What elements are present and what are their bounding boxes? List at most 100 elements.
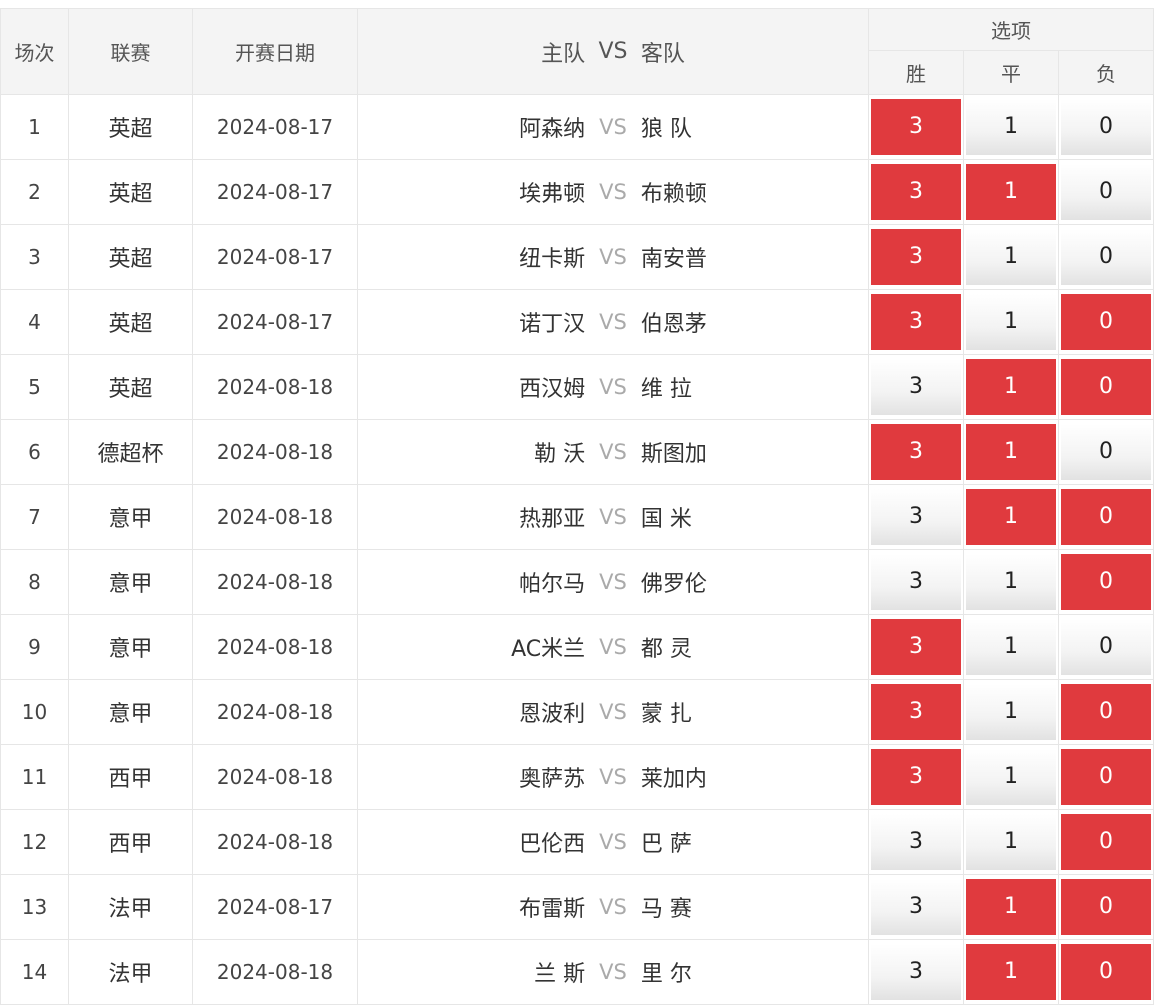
draw-option[interactable]: 1: [966, 359, 1056, 415]
table-row: 9 意甲 2024-08-18 AC米兰 VS 都 灵 310: [0, 614, 1155, 680]
match-table: 场次 联赛 开赛日期 主队 VS 客队 选项 胜 平 负 1 英超 2024-08-…: [0, 8, 1155, 1005]
draw-option[interactable]: 1: [966, 99, 1056, 155]
lose-option[interactable]: 0: [1061, 749, 1152, 805]
draw-option[interactable]: 1: [966, 164, 1056, 220]
draw-option[interactable]: 1: [966, 619, 1056, 675]
home-team: 埃弗顿: [519, 182, 586, 207]
row-match: 布雷斯 VS 马 赛: [357, 874, 869, 940]
draw-option[interactable]: 1: [966, 424, 1056, 480]
win-option[interactable]: 3: [871, 619, 961, 675]
win-option[interactable]: 3: [871, 229, 961, 285]
home-team: 巴伦西: [519, 832, 586, 857]
row-league: 英超: [68, 159, 193, 225]
lose-option[interactable]: 0: [1061, 814, 1152, 870]
win-option[interactable]: 3: [871, 164, 961, 220]
vs-label: VS: [599, 830, 627, 854]
header-draw: 平: [963, 50, 1059, 95]
lose-option[interactable]: 0: [1061, 879, 1152, 935]
row-league: 意甲: [68, 679, 193, 745]
away-team: 巴 萨: [640, 832, 692, 857]
row-date: 2024-08-17: [192, 224, 358, 290]
win-option[interactable]: 3: [871, 749, 961, 805]
row-index: 6: [0, 419, 69, 485]
row-date: 2024-08-17: [192, 159, 358, 225]
vs-label: VS: [599, 505, 627, 529]
home-team: 恩波利: [519, 702, 586, 727]
vs-label: VS: [599, 310, 627, 334]
row-index: 1: [0, 94, 69, 160]
lose-option[interactable]: 0: [1061, 944, 1152, 1000]
win-option[interactable]: 3: [871, 359, 961, 415]
row-index: 14: [0, 939, 69, 1005]
home-team: 阿森纳: [519, 117, 586, 142]
table-row: 6 德超杯 2024-08-18 勒 沃 VS 斯图加 3 1 0: [0, 419, 1155, 485]
draw-option[interactable]: 1: [966, 554, 1056, 610]
row-league: 意甲: [68, 614, 193, 680]
row-match: 勒 沃 VS 斯图加: [357, 419, 869, 485]
lose-option[interactable]: 0: [1061, 489, 1152, 545]
row-index: 12: [0, 809, 69, 875]
away-team: 佛罗伦: [640, 572, 707, 597]
row-date: 2024-08-17: [192, 94, 358, 160]
away-team: 蒙 扎: [640, 702, 692, 727]
away-team: 南安普: [640, 247, 707, 272]
draw-option[interactable]: 1: [966, 814, 1056, 870]
win-option[interactable]: 3: [871, 99, 961, 155]
home-team: 西汉姆: [519, 377, 586, 402]
row-match: 诺丁汉 VS 伯恩茅: [357, 289, 869, 355]
win-option[interactable]: 3: [871, 814, 961, 870]
draw-option[interactable]: 1: [966, 749, 1056, 805]
header-vs: VS: [598, 39, 628, 64]
away-team: 狼 队: [640, 117, 692, 142]
lose-option[interactable]: 0: [1061, 229, 1152, 285]
lose-option[interactable]: 0: [1061, 619, 1152, 675]
table-row: 13 法甲 2024-08-17 布雷斯 VS 马 赛 310: [0, 874, 1155, 940]
table-row: 14 法甲 2024-08-18 兰 斯 VS 里 尔 310: [0, 939, 1155, 1005]
win-option[interactable]: 3: [871, 684, 961, 740]
lose-option[interactable]: 0: [1061, 684, 1152, 740]
row-index: 9: [0, 614, 69, 680]
home-team: 奥萨苏: [519, 767, 586, 792]
row-index: 5: [0, 354, 69, 420]
vs-label: VS: [599, 180, 627, 204]
row-match: 兰 斯 VS 里 尔: [357, 939, 869, 1005]
lose-option[interactable]: 0: [1061, 294, 1152, 350]
win-option[interactable]: 3: [871, 879, 961, 935]
row-league: 意甲: [68, 549, 193, 615]
lose-option[interactable]: 0: [1061, 99, 1152, 155]
win-option[interactable]: 3: [871, 424, 961, 480]
lose-option[interactable]: 0: [1061, 424, 1152, 480]
lose-option[interactable]: 0: [1061, 554, 1152, 610]
win-option[interactable]: 3: [871, 489, 961, 545]
row-index: 2: [0, 159, 69, 225]
header-win: 胜: [868, 50, 964, 95]
draw-option[interactable]: 1: [966, 229, 1056, 285]
header-league: 联赛: [68, 8, 193, 95]
row-match: 帕尔马 VS 佛罗伦: [357, 549, 869, 615]
home-team: 帕尔马: [519, 572, 586, 597]
table-row: 7 意甲 2024-08-18 热那亚 VS 国 米 310: [0, 484, 1155, 550]
draw-option[interactable]: 1: [966, 489, 1056, 545]
lose-option[interactable]: 0: [1061, 164, 1152, 220]
row-league: 英超: [68, 289, 193, 355]
row-date: 2024-08-17: [192, 289, 358, 355]
home-team: 热那亚: [519, 507, 586, 532]
draw-option[interactable]: 1: [966, 944, 1056, 1000]
away-team: 都 灵: [640, 637, 692, 662]
win-option[interactable]: 3: [871, 294, 961, 350]
row-match: 埃弗顿 VS 布赖顿: [357, 159, 869, 225]
draw-option[interactable]: 1: [966, 294, 1056, 350]
row-league: 英超: [68, 354, 193, 420]
win-option[interactable]: 3: [871, 944, 961, 1000]
win-option[interactable]: 3: [871, 554, 961, 610]
row-league: 英超: [68, 224, 193, 290]
away-team: 国 米: [640, 507, 692, 532]
draw-option[interactable]: 1: [966, 684, 1056, 740]
row-match: 巴伦西 VS 巴 萨: [357, 809, 869, 875]
lose-option[interactable]: 0: [1061, 359, 1152, 415]
table-row: 5 英超 2024-08-18 西汉姆 VS 维 拉 310: [0, 354, 1155, 420]
draw-option[interactable]: 1: [966, 879, 1056, 935]
table-row: 3 英超 2024-08-17 纽卡斯 VS 南安普 3 1 0: [0, 224, 1155, 290]
row-index: 13: [0, 874, 69, 940]
row-date: 2024-08-18: [192, 614, 358, 680]
